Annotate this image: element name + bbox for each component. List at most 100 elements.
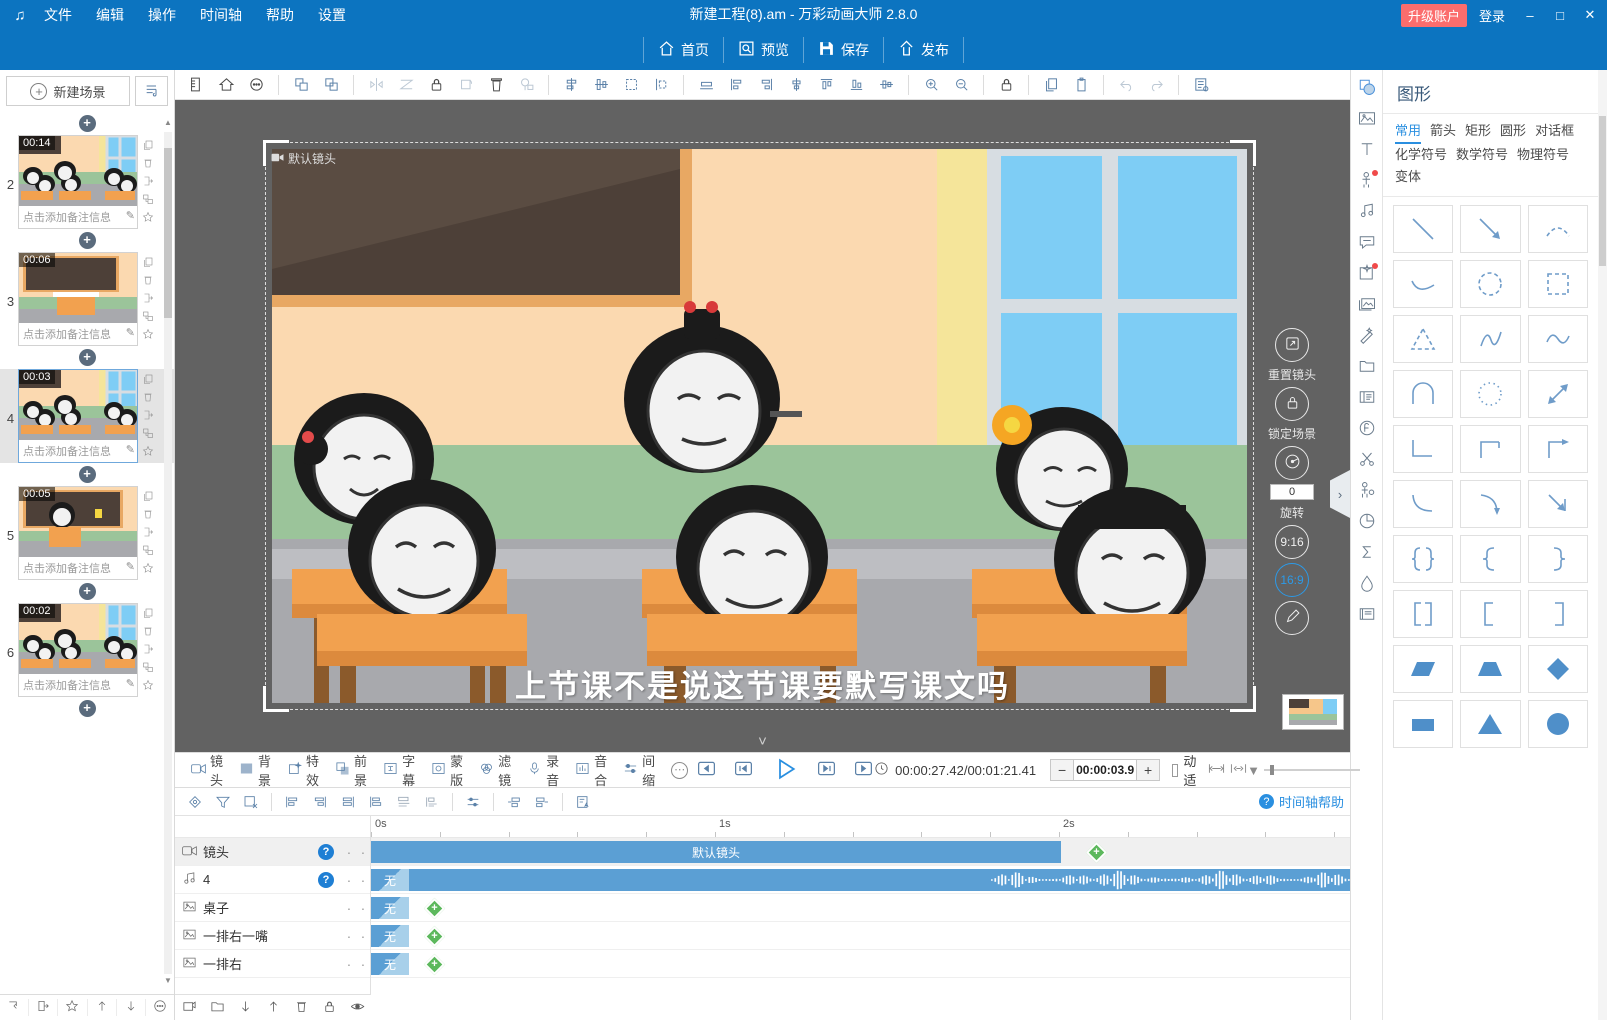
track-row-4[interactable]: 无无 bbox=[371, 866, 1350, 894]
slider-knob[interactable] bbox=[1270, 765, 1274, 775]
scene-item-5[interactable]: 500:05点击添加备注信息✎ bbox=[0, 486, 174, 580]
export-scene-icon[interactable] bbox=[142, 409, 154, 424]
align-mid-icon[interactable] bbox=[306, 790, 334, 814]
shape-curve[interactable] bbox=[1393, 260, 1453, 308]
track-option-dot[interactable]: · bbox=[356, 929, 370, 943]
ratio-landscape-button[interactable]: 16:9 bbox=[1275, 563, 1309, 597]
menu-settings[interactable]: 设置 bbox=[306, 1, 358, 29]
zoom-plus-button[interactable]: + bbox=[1137, 760, 1159, 780]
shape-bracket-open[interactable] bbox=[1460, 590, 1520, 638]
insert-scene-after-3[interactable]: + bbox=[0, 346, 174, 369]
align-edges-icon[interactable] bbox=[646, 72, 676, 98]
element-tab-镜头[interactable]: 镜头 bbox=[183, 751, 231, 789]
track-option-dot[interactable]: · bbox=[342, 957, 356, 971]
rail-scissors-icon[interactable] bbox=[1352, 445, 1382, 476]
scene-thumbnail[interactable]: 00:06 bbox=[19, 253, 137, 323]
insert-scene-after-6[interactable]: + bbox=[0, 697, 174, 720]
align-center-h-icon[interactable] bbox=[586, 72, 616, 98]
scene-item-3[interactable]: 300:06点击添加备注信息✎ bbox=[0, 252, 174, 346]
scrollbar-thumb[interactable] bbox=[1599, 116, 1606, 266]
scene-thumbnail-wrap[interactable]: 00:02点击添加备注信息✎ bbox=[18, 603, 138, 697]
track-option-dot[interactable]: · bbox=[342, 873, 356, 887]
toggle-visibility-button[interactable] bbox=[343, 999, 371, 1017]
zoom-minus-button[interactable]: − bbox=[1051, 760, 1073, 780]
clip-start[interactable]: 无 bbox=[371, 953, 409, 975]
duplicate-scene-icon[interactable] bbox=[142, 427, 154, 442]
shape-step-left[interactable] bbox=[1393, 425, 1453, 473]
track-option-dot[interactable]: · bbox=[342, 901, 356, 915]
rail-sigma-icon[interactable] bbox=[1352, 538, 1382, 569]
shape-parallelogram[interactable] bbox=[1393, 645, 1453, 693]
camera-clip[interactable]: 默认镜头 bbox=[371, 841, 1061, 863]
shape-curve-right[interactable] bbox=[1460, 480, 1520, 528]
fit-small-icon[interactable] bbox=[1208, 762, 1225, 778]
track-option-dot[interactable]: · bbox=[356, 873, 370, 887]
copy-scene-icon[interactable] bbox=[142, 490, 154, 505]
track-option-dot[interactable]: · bbox=[356, 845, 370, 859]
shape-tab-圆形[interactable]: 圆形 bbox=[1500, 120, 1526, 142]
shape-curve-down[interactable] bbox=[1393, 480, 1453, 528]
shape-bracket-close[interactable] bbox=[1528, 590, 1588, 638]
flip-horizontal-icon[interactable] bbox=[361, 72, 391, 98]
rail-formula-icon[interactable] bbox=[1352, 414, 1382, 445]
lock2-icon[interactable] bbox=[991, 72, 1021, 98]
shape-bracket-corner[interactable] bbox=[1460, 425, 1520, 473]
shape-arch[interactable] bbox=[1393, 370, 1453, 418]
favorite-scene-icon[interactable] bbox=[142, 679, 154, 694]
timeline-help-link[interactable]: ? 时间轴帮助 bbox=[1259, 792, 1344, 811]
minimize-button[interactable]: – bbox=[1517, 3, 1543, 27]
shape-tab-物理符号[interactable]: 物理符号 bbox=[1517, 144, 1569, 166]
shape-circle-dashed[interactable] bbox=[1460, 260, 1520, 308]
move-up-button[interactable] bbox=[88, 999, 117, 1016]
element-tab-前景[interactable]: 前景 bbox=[327, 751, 375, 789]
menu-operate[interactable]: 操作 bbox=[136, 1, 188, 29]
delete-scene-icon[interactable] bbox=[142, 274, 154, 289]
zoom-in-icon[interactable] bbox=[916, 72, 946, 98]
shape-panel-scrollbar[interactable] bbox=[1598, 70, 1607, 1020]
scene-thumbnail[interactable]: 00:02 bbox=[19, 604, 137, 674]
filter-icon[interactable] bbox=[209, 790, 237, 814]
shape-brace-double[interactable] bbox=[1393, 535, 1453, 583]
export-scene-icon[interactable] bbox=[142, 643, 154, 658]
menu-file[interactable]: 文件 bbox=[32, 1, 84, 29]
redo-icon[interactable] bbox=[1141, 72, 1171, 98]
insert-scene-after-2[interactable]: + bbox=[0, 229, 174, 252]
rail-list-icon[interactable] bbox=[1352, 383, 1382, 414]
copy-scene-icon[interactable] bbox=[142, 139, 154, 154]
lock-scene-button[interactable] bbox=[1275, 387, 1309, 421]
scene-thumbnail[interactable]: 00:05 bbox=[19, 487, 137, 557]
delete-scene-icon[interactable] bbox=[142, 391, 154, 406]
flip-vertical-icon[interactable] bbox=[391, 72, 421, 98]
rail-shape-icon[interactable] bbox=[1352, 73, 1382, 104]
ratio-portrait-button[interactable]: 9:16 bbox=[1275, 525, 1309, 559]
edit-note-icon[interactable]: ✎ bbox=[126, 443, 135, 456]
scroll-down-arrow-icon[interactable]: ▼ bbox=[163, 976, 173, 988]
scrollbar-thumb[interactable] bbox=[164, 148, 172, 318]
distribute-icon[interactable] bbox=[616, 72, 646, 98]
home-icon[interactable] bbox=[211, 72, 241, 98]
scene-item-4[interactable]: 400:03点击添加备注信息✎ bbox=[0, 369, 174, 463]
track-option-dot[interactable]: · bbox=[342, 845, 356, 859]
track-help-icon[interactable]: ? bbox=[318, 844, 334, 860]
clip-start[interactable]: 无 bbox=[371, 897, 409, 919]
undo-icon[interactable] bbox=[1111, 72, 1141, 98]
scene-scroll-area[interactable]: + 200:14点击添加备注信息✎+300:06点击添加备注信息✎+400:03… bbox=[0, 112, 174, 994]
shape-brace-right[interactable] bbox=[1528, 535, 1588, 583]
shape-circle-dotted[interactable] bbox=[1460, 370, 1520, 418]
element-tab-特效[interactable]: 特效 bbox=[279, 751, 327, 789]
track-header-4[interactable]: 4?·· bbox=[175, 866, 370, 894]
next-scene-button[interactable] bbox=[853, 758, 874, 782]
scene-thumbnail[interactable]: 00:03 bbox=[19, 370, 137, 440]
timeline-ruler[interactable]: 0s1s2s3s bbox=[371, 816, 1350, 838]
rail-person-icon[interactable] bbox=[1352, 476, 1382, 507]
sort-scenes-button[interactable] bbox=[135, 76, 168, 106]
export-scene-icon[interactable] bbox=[142, 526, 154, 541]
scroll-up-arrow-icon[interactable]: ▲ bbox=[163, 118, 173, 130]
canvas-stage[interactable]: 默认镜头 上节课不是说这节课要默写课文吗 重置镜头 锁定场景 0 bbox=[175, 100, 1350, 752]
anchor-lock-icon[interactable] bbox=[511, 72, 541, 98]
group-tracks-button[interactable] bbox=[203, 999, 231, 1017]
rail-drop-icon[interactable] bbox=[1352, 569, 1382, 600]
menu-timeline[interactable]: 时间轴 bbox=[188, 1, 254, 29]
home-button[interactable]: 首页 bbox=[643, 37, 724, 63]
send-backward-icon[interactable] bbox=[316, 72, 346, 98]
